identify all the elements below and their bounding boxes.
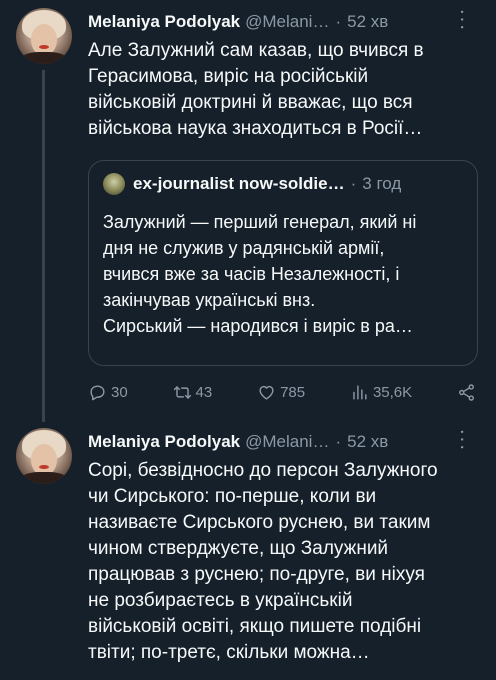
quoted-author-avatar (103, 173, 125, 195)
author-name[interactable]: Melaniya Podolyak (88, 12, 240, 32)
tweet-header: Melaniya Podolyak @Melani… · 52 хв ··· (88, 9, 484, 34)
tweet-text: Але Залужний сам казав, що вчився в Гера… (88, 40, 424, 139)
author-avatar[interactable] (16, 428, 72, 484)
avatar-dress (20, 52, 68, 64)
share-icon (459, 383, 474, 401)
tweet-header: Melaniya Podolyak @Melani… · 52 хв ··· (88, 429, 484, 454)
author-handle[interactable]: @Melani… (245, 12, 329, 32)
avatar-dress (20, 472, 68, 484)
thread-connector-line (42, 70, 45, 422)
more-options-icon[interactable]: ··· (452, 9, 474, 32)
view-count: 35,6K (372, 383, 413, 401)
author-avatar[interactable] (16, 8, 72, 64)
author-name[interactable]: Melaniya Podolyak (88, 432, 240, 452)
share-button[interactable] (457, 383, 480, 402)
avatar-lips (39, 45, 49, 49)
quoted-author-name: ex-journalist now-soldie… (133, 174, 345, 193)
tweet-actions: 30 43 785 35,6K (88, 378, 480, 406)
more-options-icon[interactable]: ··· (452, 429, 474, 452)
retweet-button[interactable]: 43 (173, 383, 213, 402)
like-count: 785 (280, 383, 306, 401)
quoted-tweet-time: 3 год (362, 174, 402, 193)
retweet-icon (173, 385, 191, 399)
heart-icon (259, 385, 274, 400)
reply-count: 30 (111, 383, 128, 401)
quoted-tweet[interactable]: ex-journalist now-soldie… · 3 год Залужн… (88, 160, 478, 366)
separator-dot: · (335, 12, 342, 31)
tweet-time[interactable]: 52 хв (347, 432, 388, 452)
views-button[interactable]: 35,6K (350, 383, 412, 402)
separator-dot: · (335, 432, 342, 451)
tweet-text: Сорі, безвідносно до персон Залужного чи… (88, 460, 438, 663)
reply-icon (90, 384, 105, 400)
separator-dot: · (350, 174, 357, 193)
tweet-time[interactable]: 52 хв (347, 12, 388, 32)
retweet-count: 43 (195, 383, 213, 401)
quoted-tweet-header: ex-journalist now-soldie… · 3 год (103, 173, 401, 195)
bar-chart-icon (353, 384, 367, 400)
avatar-lips (39, 465, 49, 469)
quoted-tweet-text: Залужний — перший генерал, який ні дня н… (103, 212, 417, 336)
tweet-2[interactable]: Melaniya Podolyak @Melani… · 52 хв ··· С… (0, 420, 496, 680)
author-handle[interactable]: @Melani… (245, 432, 329, 452)
like-button[interactable]: 785 (257, 383, 305, 402)
tweet-1[interactable]: Melaniya Podolyak @Melani… · 52 хв ··· А… (0, 0, 496, 422)
reply-button[interactable]: 30 (88, 383, 128, 402)
